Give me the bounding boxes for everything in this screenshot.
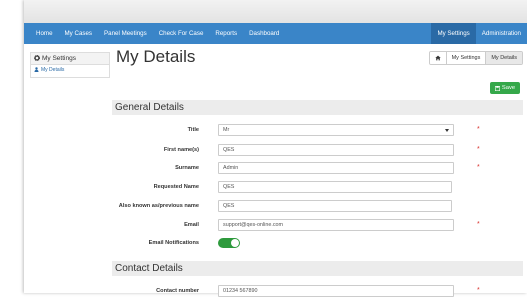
email-row: Email support@qes-online.com *: [112, 219, 523, 231]
title-label: Title: [187, 127, 199, 133]
contact-number-row: Contact number 01234 567890 *: [112, 285, 523, 297]
sidebar-item-my-details[interactable]: My Details: [31, 65, 109, 76]
required-marker: *: [477, 146, 480, 153]
sidebar-heading: My Settings: [31, 53, 109, 65]
settings-sidebar: My Settings My Details: [30, 52, 110, 78]
save-icon: [494, 85, 500, 91]
breadcrumb-home[interactable]: [429, 52, 446, 64]
contact-number-field[interactable]: 01234 567890: [218, 285, 454, 297]
nav-left-group: Home My Cases Panel Meetings Check For C…: [24, 23, 285, 44]
email-label: Email: [184, 222, 199, 228]
first-name-label: First name(s): [163, 147, 199, 153]
email-field[interactable]: support@qes-online.com: [218, 219, 454, 231]
user-icon: [34, 67, 39, 73]
also-known-as-field[interactable]: QES: [218, 200, 452, 212]
nav-check-for-case[interactable]: Check For Case: [153, 23, 210, 44]
contact-number-label: Contact number: [156, 288, 199, 294]
email-notifications-toggle[interactable]: [218, 238, 240, 248]
sidebar-item-label: My Details: [41, 67, 65, 73]
title-select[interactable]: Mr: [218, 124, 454, 136]
nav-dashboard[interactable]: Dashboard: [243, 23, 285, 44]
first-name-field[interactable]: QES: [218, 144, 454, 156]
top-navbar: Home My Cases Panel Meetings Check For C…: [24, 23, 527, 44]
email-notifications-label: Email Notifications: [148, 240, 199, 246]
contact-details-heading: Contact Details: [112, 261, 523, 276]
also-known-as-row: Also known as/previous name QES: [112, 200, 523, 212]
surname-row: Surname Admin *: [112, 162, 523, 174]
first-name-row: First name(s) QES *: [112, 144, 523, 156]
save-label: Save: [501, 85, 516, 91]
also-known-as-label: Also known as/previous name: [118, 203, 199, 209]
nav-my-cases[interactable]: My Cases: [59, 23, 99, 44]
requested-name-label: Requested Name: [153, 184, 199, 190]
nav-home[interactable]: Home: [30, 23, 59, 44]
sidebar-heading-label: My Settings: [42, 55, 76, 62]
general-details-heading: General Details: [112, 100, 523, 115]
requested-name-row: Requested Name QES: [112, 181, 523, 193]
browser-chrome: [24, 0, 527, 24]
nav-panel-meetings[interactable]: Panel Meetings: [98, 23, 153, 44]
title-row: Title Mr *: [112, 124, 523, 136]
required-marker: *: [477, 221, 480, 228]
nav-administration[interactable]: Administration: [476, 23, 527, 44]
surname-label: Surname: [175, 165, 199, 171]
nav-right-group: My Settings Administration: [431, 23, 527, 44]
nav-my-settings[interactable]: My Settings: [431, 23, 476, 44]
background-window-edge: [0, 33, 25, 288]
required-marker: *: [477, 164, 480, 171]
breadcrumb-my-details: My Details: [485, 52, 522, 64]
required-marker: *: [477, 126, 480, 133]
page-title: My Details: [116, 47, 196, 66]
nav-reports[interactable]: Reports: [209, 23, 243, 44]
email-notifications-row: Email Notifications: [112, 237, 523, 249]
home-icon: [434, 55, 441, 60]
save-button[interactable]: Save: [490, 82, 520, 94]
app-window: Home My Cases Panel Meetings Check For C…: [24, 0, 527, 297]
surname-field[interactable]: Admin: [218, 162, 454, 174]
gear-icon: [34, 55, 40, 62]
requested-name-field[interactable]: QES: [218, 181, 452, 193]
breadcrumb: My Settings My Details: [428, 51, 523, 65]
breadcrumb-my-settings[interactable]: My Settings: [445, 52, 486, 64]
required-marker: *: [477, 287, 480, 294]
